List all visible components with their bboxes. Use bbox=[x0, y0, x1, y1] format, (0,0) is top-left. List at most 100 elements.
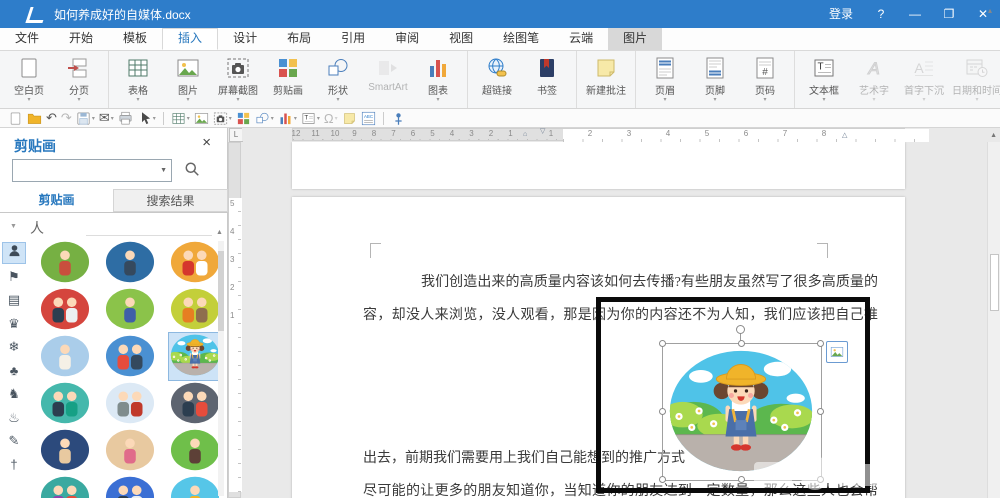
hyperlink-button[interactable]: 超链接 bbox=[472, 53, 522, 98]
first_line-marker[interactable]: ▽ bbox=[540, 127, 545, 135]
clipart-item-girl-selected[interactable] bbox=[170, 334, 220, 378]
clip-art-button[interactable] bbox=[236, 110, 251, 127]
menu-tab-引用[interactable]: 引用 bbox=[326, 28, 380, 50]
panel-close-icon[interactable]: × bbox=[202, 134, 211, 151]
print-button[interactable] bbox=[118, 110, 133, 127]
open-file-button[interactable] bbox=[27, 110, 42, 127]
clipart-item[interactable] bbox=[40, 475, 90, 498]
menu-tab-文件[interactable]: 文件 bbox=[0, 28, 54, 50]
clipart-item[interactable] bbox=[40, 287, 90, 331]
clipart-item[interactable] bbox=[105, 240, 155, 284]
resize-handle[interactable] bbox=[737, 475, 745, 483]
menu-tab-云端[interactable]: 云端 bbox=[554, 28, 608, 50]
screenshot-button[interactable]: 屏幕截图 ▾ bbox=[213, 53, 263, 104]
menu-tab-布局[interactable]: 布局 bbox=[272, 28, 326, 50]
close-button[interactable]: ✕ bbox=[966, 0, 1000, 28]
menu-tab-审阅[interactable]: 审阅 bbox=[380, 28, 434, 50]
category-business[interactable]: ▤ bbox=[2, 289, 26, 311]
clipart-item[interactable] bbox=[105, 287, 155, 331]
clipart-item[interactable] bbox=[105, 334, 155, 378]
clipart-item[interactable] bbox=[170, 240, 220, 284]
insert-table-button[interactable]: 表格 ▾ bbox=[113, 53, 163, 104]
resize-handle[interactable] bbox=[816, 475, 824, 483]
menu-tab-开始[interactable]: 开始 bbox=[54, 28, 108, 50]
left_indent-marker[interactable]: ⌂ bbox=[523, 131, 527, 138]
category-draw[interactable]: ✎ bbox=[2, 430, 26, 452]
insert-picture-button[interactable] bbox=[194, 110, 209, 127]
page-break-button[interactable]: 分页 ▾ bbox=[54, 53, 104, 104]
resize-handle[interactable] bbox=[816, 339, 824, 347]
page-header-button[interactable]: 页眉 ▾ bbox=[640, 53, 690, 104]
resize-handle[interactable] bbox=[816, 407, 824, 415]
insert-symbol-button[interactable]: Ω ▾ bbox=[324, 110, 338, 127]
blank-page-button[interactable]: 空白页 ▾ bbox=[4, 53, 54, 104]
page-footer-button[interactable]: 页脚 ▾ bbox=[690, 53, 740, 104]
minimize-button[interactable]: — bbox=[898, 0, 932, 28]
tab-stop-selector[interactable]: L bbox=[229, 128, 243, 142]
clipart-item[interactable] bbox=[105, 381, 155, 425]
panel-tab-搜索结果[interactable]: 搜索结果 bbox=[113, 189, 228, 212]
layout-options-button[interactable] bbox=[826, 341, 848, 363]
category-religion[interactable]: † bbox=[2, 454, 26, 476]
category-season[interactable]: ❄ bbox=[2, 336, 26, 358]
category-header[interactable]: ▼ 人 bbox=[0, 215, 228, 239]
new-document-button[interactable] bbox=[8, 110, 23, 127]
category-food[interactable]: ♨ bbox=[2, 407, 26, 429]
panel-scrollbar[interactable] bbox=[218, 241, 224, 496]
search-icon[interactable] bbox=[184, 161, 202, 184]
pin-toolbar-button[interactable] bbox=[391, 110, 406, 127]
category-collapse-icon[interactable]: ▼ bbox=[10, 223, 17, 230]
document-canvas[interactable]: 我们创造出来的高质量内容该如何去传播?有些朋友虽然写了很多高质量的内容，却没人来… bbox=[228, 142, 987, 498]
resize-handle[interactable] bbox=[658, 407, 666, 415]
clipart-item[interactable] bbox=[170, 428, 220, 472]
category-crown[interactable]: ♛ bbox=[2, 313, 26, 335]
collapse-ribbon-icon[interactable]: ▴ bbox=[988, 6, 992, 15]
rotation-handle[interactable] bbox=[736, 325, 745, 334]
menu-tab-模板[interactable]: 模板 bbox=[108, 28, 162, 50]
screenshot-button[interactable]: ▾ bbox=[213, 110, 232, 127]
bookmark-button[interactable]: 书签 bbox=[522, 53, 572, 98]
insert-shapes-button[interactable]: ▾ bbox=[255, 110, 274, 127]
scroll-up-icon[interactable]: ▲ bbox=[990, 132, 997, 139]
clipart-item[interactable] bbox=[40, 381, 90, 425]
clipart-item[interactable] bbox=[105, 475, 155, 498]
menu-tab-绘图笔[interactable]: 绘图笔 bbox=[488, 28, 554, 50]
text-box-button[interactable]: T 文本框 ▾ bbox=[799, 53, 849, 104]
insert-chart-button[interactable]: ▾ bbox=[278, 110, 297, 127]
help-button[interactable]: ? bbox=[864, 0, 898, 28]
save-button[interactable]: ▾ bbox=[76, 110, 95, 127]
insert-textbox-button[interactable]: T ▾ bbox=[301, 110, 320, 127]
category-animal[interactable]: ♞ bbox=[2, 383, 26, 405]
category-education[interactable]: ⚑ bbox=[2, 266, 26, 288]
clipart-item[interactable] bbox=[170, 381, 220, 425]
login-button[interactable]: 登录 bbox=[818, 0, 864, 28]
clipart-item[interactable] bbox=[40, 240, 90, 284]
menu-tab-图片[interactable]: 图片 bbox=[608, 28, 663, 50]
insert-table-button[interactable]: ▾ bbox=[171, 110, 190, 127]
resize-handle[interactable] bbox=[658, 475, 666, 483]
chart-button[interactable]: 图表 ▾ bbox=[413, 53, 463, 104]
panel-tab-剪贴画[interactable]: 剪贴画 bbox=[0, 189, 113, 212]
panel-scroll-up-icon[interactable]: ▲ bbox=[216, 229, 223, 236]
clipart-item[interactable] bbox=[170, 287, 220, 331]
maximize-button[interactable]: ❐ bbox=[932, 0, 966, 28]
menu-tab-设计[interactable]: 设计 bbox=[218, 28, 272, 50]
send-email-button[interactable]: ✉ ▾ bbox=[99, 110, 114, 127]
redo-button[interactable]: ↷ bbox=[61, 110, 72, 127]
clipart-item[interactable] bbox=[170, 475, 220, 498]
resize-handle[interactable] bbox=[658, 339, 666, 347]
page-number-button[interactable]: # 页码 ▾ bbox=[740, 53, 790, 104]
category-plant[interactable]: ♣ bbox=[2, 360, 26, 382]
clipart-search-input[interactable]: ▼ bbox=[12, 159, 172, 182]
resize-handle[interactable] bbox=[737, 339, 745, 347]
menu-tab-视图[interactable]: 视图 bbox=[434, 28, 488, 50]
clip-art-button[interactable]: 剪贴画 bbox=[263, 53, 313, 98]
menu-tab-插入[interactable]: 插入 bbox=[162, 28, 219, 50]
phonetic-guide-button[interactable]: ABC bbox=[361, 110, 376, 127]
vertical-scrollbar[interactable] bbox=[987, 142, 1000, 498]
insert-picture-button[interactable]: 图片 ▾ bbox=[163, 53, 213, 104]
scrollbar-thumb[interactable] bbox=[990, 254, 999, 311]
right_indent-marker[interactable]: △ bbox=[842, 131, 847, 139]
clipart-item[interactable] bbox=[40, 334, 90, 378]
clipart-item[interactable] bbox=[40, 428, 90, 472]
